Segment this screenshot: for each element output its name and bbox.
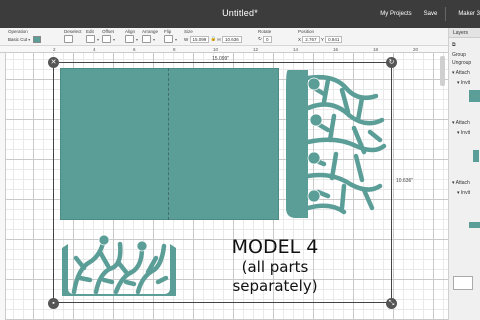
chevron-down-icon[interactable]: ▾ xyxy=(28,37,30,42)
rotate-handle-icon[interactable]: ↻ xyxy=(386,57,397,68)
width-dimension: 15.099" xyxy=(212,56,230,62)
ruler-tick-label: 14 xyxy=(293,47,299,52)
title-bar: Untitled* My Projects Save Maker 3 xyxy=(0,0,480,28)
chevron-down-icon[interactable]: ▾ xyxy=(97,37,99,42)
ruler-tick-label: 10 xyxy=(213,47,219,52)
machine-selector[interactable]: Maker 3 xyxy=(458,11,480,17)
rotate-icon[interactable]: ↻ xyxy=(258,36,262,42)
title-divider xyxy=(445,7,447,21)
lock-icon[interactable]: 🔒 xyxy=(211,36,217,42)
ruler-tick-label: 4 xyxy=(93,47,96,52)
ruler-tick-label: 12 xyxy=(253,47,259,52)
flip-icon[interactable] xyxy=(164,35,173,43)
layer-attach-1[interactable]: ▾ Attach xyxy=(452,70,470,76)
top-ruler: 2 4 6 8 10 12 14 16 18 20 xyxy=(0,46,448,53)
ruler-tick-label: 20 xyxy=(413,47,419,52)
arrange-label: Arrange xyxy=(142,29,159,34)
flip-label: Flip xyxy=(164,29,172,34)
group-button[interactable]: ⧉ xyxy=(452,42,456,48)
ungroup-label[interactable]: Ungroup xyxy=(452,60,471,66)
chevron-down-icon[interactable]: ▾ xyxy=(175,37,177,42)
pos-x-prefix: X xyxy=(298,36,302,42)
chevron-down-icon[interactable]: ▾ xyxy=(136,37,138,42)
rotate-group: Rotate ↻ 0 xyxy=(258,29,272,43)
size-group: Size W 15.099 🔒 H 10.636 xyxy=(184,29,242,43)
group-label: Group xyxy=(452,52,466,58)
width-input[interactable]: 15.099 xyxy=(189,35,210,43)
position-y-input[interactable]: 0.841 xyxy=(325,35,343,43)
coral-lace-piece[interactable] xyxy=(284,68,388,220)
size-label: Size xyxy=(184,29,193,34)
canvas-color-swatch[interactable] xyxy=(453,276,473,290)
layer-item-3[interactable]: ▾ Invit xyxy=(457,190,470,196)
edit-group: Edit ▾ xyxy=(86,29,99,43)
operation-select[interactable]: Basic Cut xyxy=(8,37,27,42)
layer-attach-2[interactable]: ▾ Attach xyxy=(452,120,470,126)
deselect-group: Deselect xyxy=(64,29,82,43)
coral-band-piece[interactable] xyxy=(60,228,178,298)
my-projects-link[interactable]: My Projects xyxy=(380,11,411,17)
layer-attach-3[interactable]: ▾ Attach xyxy=(452,180,470,186)
chevron-down-icon[interactable]: ▾ xyxy=(153,37,155,42)
edit-toolbar: Operation Basic Cut ▾ Deselect Edit ▾ Of… xyxy=(0,28,448,46)
ruler-tick-label: 6 xyxy=(133,47,136,52)
offset-label: Offset xyxy=(102,29,114,34)
size-h-prefix: H xyxy=(217,36,221,42)
group-icon: ⧉ xyxy=(452,42,456,48)
align-group: Align ▾ xyxy=(125,29,138,43)
height-input[interactable]: 10.636 xyxy=(221,35,242,43)
edit-label: Edit xyxy=(86,29,94,34)
ruler-tick-label: 8 xyxy=(173,47,176,52)
layer-thumbnail-1 xyxy=(469,90,480,102)
layers-panel: Layers ⧉ Group Ungroup ▾ Attach ▾ Invit … xyxy=(448,28,480,320)
card-panel[interactable] xyxy=(60,68,279,220)
lock-handle-icon[interactable]: ▪ xyxy=(48,298,59,309)
deselect-icon[interactable] xyxy=(64,35,73,43)
rotate-input[interactable]: 0 xyxy=(263,35,272,43)
edit-icon[interactable] xyxy=(86,35,95,43)
align-icon[interactable] xyxy=(125,35,134,43)
position-label: Position xyxy=(298,29,315,34)
deselect-label: Deselect xyxy=(64,29,82,34)
chevron-down-icon[interactable]: ▾ xyxy=(113,37,115,42)
position-x-input[interactable]: 2.767 xyxy=(302,35,320,43)
score-line xyxy=(168,68,169,220)
title-bar-actions: My Projects Save Maker 3 xyxy=(368,0,480,28)
arrange-group: Arrange ▾ xyxy=(142,29,158,43)
ruler-tick-label: 16 xyxy=(333,47,339,52)
offset-icon[interactable] xyxy=(102,35,111,43)
layers-panel-header: Layers xyxy=(449,28,480,38)
overlay-caption-line1: MODEL 4 xyxy=(231,236,319,258)
left-ruler xyxy=(0,53,6,320)
layer-thumbnail-3 xyxy=(469,222,480,228)
layer-item-2[interactable]: ▾ Invit xyxy=(457,130,470,136)
save-button[interactable]: Save xyxy=(424,11,438,17)
align-label: Align xyxy=(125,29,136,34)
offset-group: Offset ▾ xyxy=(102,29,115,43)
position-group: Position X 2.767 Y 0.841 xyxy=(298,29,343,43)
operation-label: Operation xyxy=(8,29,28,34)
overlay-caption-line2: (all parts separately) xyxy=(232,258,318,295)
canvas-scrollbar[interactable] xyxy=(440,56,445,86)
pos-y-prefix: Y xyxy=(320,36,324,42)
height-dimension: 10.636" xyxy=(396,178,414,184)
arrange-icon[interactable] xyxy=(142,35,151,43)
rotate-label: Rotate xyxy=(258,29,272,34)
resize-handle-icon[interactable]: ⤡ xyxy=(386,298,397,309)
operation-group: Operation Basic Cut ▾ xyxy=(8,29,42,43)
layer-thumbnail-2 xyxy=(473,150,479,162)
close-icon[interactable]: ✕ xyxy=(48,57,59,68)
layer-item-1[interactable]: ▾ Invit xyxy=(457,80,470,86)
color-swatch[interactable] xyxy=(33,35,42,43)
flip-group: Flip ▾ xyxy=(164,29,177,43)
ruler-tick-label: 18 xyxy=(373,47,379,52)
ruler-tick-label: 2 xyxy=(53,47,56,52)
size-w-prefix: W xyxy=(184,36,189,42)
overlay-caption: MODEL 4 (all parts separately) xyxy=(200,236,350,296)
